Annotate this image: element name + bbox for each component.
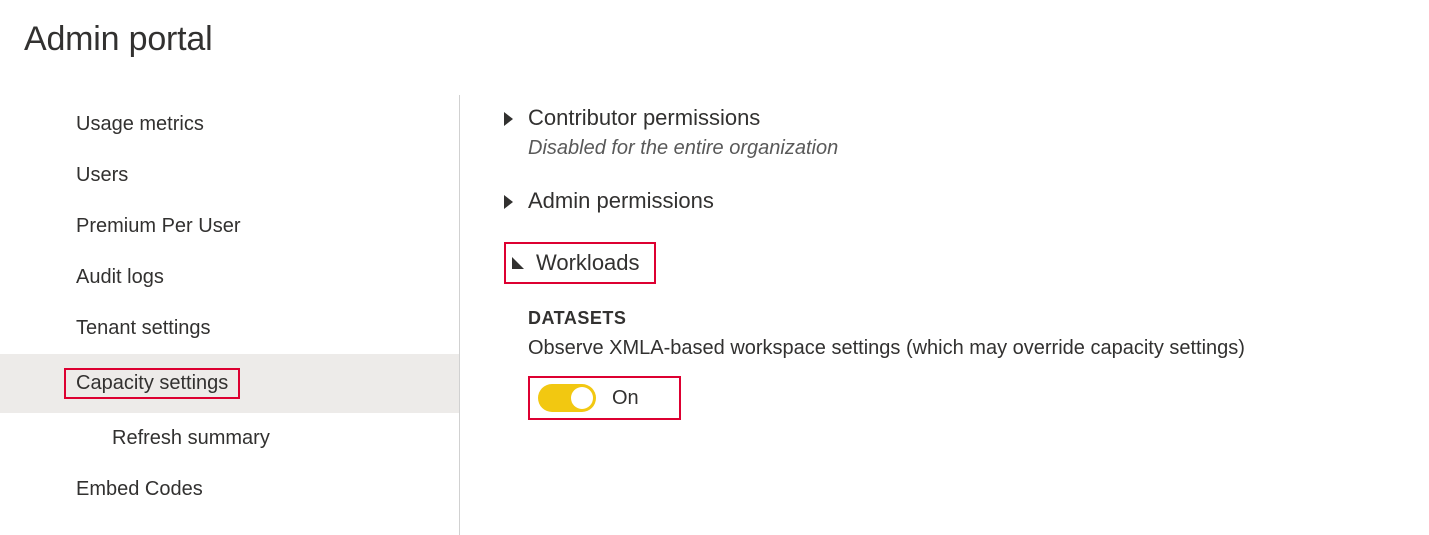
sidebar-item-tenant-settings[interactable]: Tenant settings <box>0 303 459 354</box>
toggle-xmla[interactable] <box>538 384 596 412</box>
sidebar-item-capacity-settings[interactable]: Capacity settings <box>0 354 459 413</box>
setting-description: Observe XMLA-based workspace settings (w… <box>528 337 1429 360</box>
page-title: Admin portal <box>0 0 1429 59</box>
caret-right-icon <box>504 112 516 124</box>
section-title-admin: Admin permissions <box>528 188 714 214</box>
workloads-content: DATASETS Observe XMLA-based workspace se… <box>528 308 1429 420</box>
section-title-contributor: Contributor permissions <box>528 105 760 131</box>
section-title-workloads: Workloads <box>536 250 640 276</box>
section-header-workloads[interactable]: Workloads <box>504 242 656 284</box>
section-subtitle-contributor: Disabled for the entire organization <box>528 137 1429 160</box>
section-header-admin[interactable]: Admin permissions <box>504 188 1429 214</box>
sidebar-item-refresh-summary[interactable]: Refresh summary <box>0 413 459 464</box>
section-header-contributor[interactable]: Contributor permissions <box>504 105 1429 131</box>
section-contributor-permissions: Contributor permissions Disabled for the… <box>504 105 1429 160</box>
toggle-row-xmla: On <box>528 376 681 420</box>
sidebar: Usage metrics Users Premium Per User Aud… <box>0 95 460 535</box>
caret-right-icon <box>504 195 516 207</box>
section-workloads: Workloads DATASETS Observe XMLA-based wo… <box>504 242 1429 420</box>
sidebar-item-embed-codes[interactable]: Embed Codes <box>0 464 459 515</box>
caret-expanded-icon <box>512 257 524 269</box>
toggle-state-label: On <box>612 387 639 410</box>
section-admin-permissions: Admin permissions <box>504 188 1429 214</box>
sidebar-item-audit-logs[interactable]: Audit logs <box>0 252 459 303</box>
sidebar-item-users[interactable]: Users <box>0 150 459 201</box>
main-content: Contributor permissions Disabled for the… <box>460 95 1429 535</box>
sidebar-item-usage-metrics[interactable]: Usage metrics <box>0 99 459 150</box>
sidebar-item-premium-per-user[interactable]: Premium Per User <box>0 201 459 252</box>
datasets-label: DATASETS <box>528 308 1429 329</box>
sidebar-item-capacity-settings-highlight: Capacity settings <box>64 368 240 399</box>
